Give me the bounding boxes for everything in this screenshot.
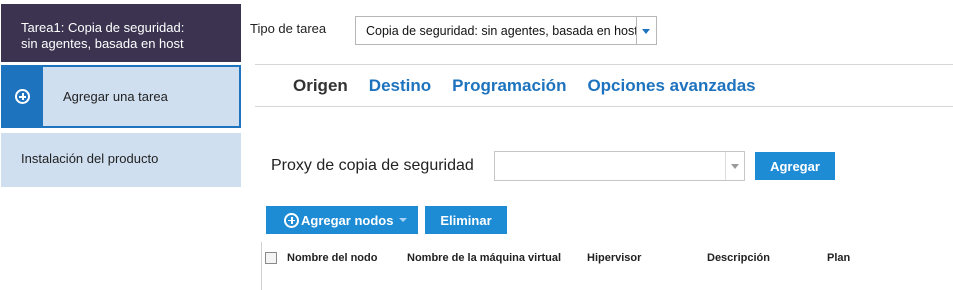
add-task-icon-box [3, 67, 43, 126]
add-nodes-button[interactable]: Agregar nodos [266, 206, 418, 234]
add-task-label: Agregar una tarea [63, 89, 168, 104]
column-header-description[interactable]: Descripción [707, 252, 770, 264]
tab-destino[interactable]: Destino [369, 76, 431, 96]
task-header[interactable]: Tarea1: Copia de seguridad: sin agentes,… [1, 4, 241, 62]
task-type-value: Copia de seguridad: sin agentes, basada … [366, 24, 638, 38]
plus-circle-icon [15, 89, 30, 104]
task-type-label: Tipo de tarea [250, 21, 327, 36]
task-header-line1: Tarea1: Copia de seguridad: [21, 20, 185, 35]
install-product-item[interactable]: Instalación del producto [1, 133, 241, 187]
task-header-line2: sin agentes, basada en host [21, 36, 184, 51]
add-nodes-label: Agregar nodos [301, 212, 394, 228]
left-panel: Tarea1: Copia de seguridad: sin agentes,… [0, 0, 241, 290]
tab-opciones-avanzadas[interactable]: Opciones avanzadas [587, 76, 755, 96]
column-header-node-name[interactable]: Nombre del nodo [287, 252, 377, 264]
task-type-select[interactable]: Copia de seguridad: sin agentes, basada … [355, 16, 657, 45]
chevron-down-icon [642, 29, 650, 34]
main-panel: Tipo de tarea Copia de seguridad: sin ag… [241, 0, 953, 290]
task-type-dropdown-button[interactable] [636, 17, 656, 44]
tab-bar: Origen Destino Programación Opciones ava… [293, 76, 756, 96]
table-border [261, 242, 262, 290]
proxy-dropdown-button[interactable] [725, 152, 744, 180]
divider [255, 64, 953, 65]
select-all-checkbox[interactable] [265, 252, 277, 264]
tab-programacion[interactable]: Programación [452, 76, 566, 96]
proxy-select[interactable] [494, 151, 745, 181]
proxy-label: Proxy de copia de seguridad [271, 157, 474, 174]
add-proxy-button[interactable]: Agregar [755, 152, 835, 180]
chevron-down-icon [731, 164, 739, 169]
delete-button[interactable]: Eliminar [425, 206, 507, 234]
add-task-button[interactable]: Agregar una tarea [1, 65, 241, 128]
column-header-plan[interactable]: Plan [827, 252, 850, 264]
column-header-vm-name[interactable]: Nombre de la máquina virtual [407, 252, 561, 264]
chevron-down-icon[interactable] [399, 218, 407, 222]
install-product-label: Instalación del producto [21, 151, 159, 166]
column-header-hypervisor[interactable]: Hipervisor [587, 252, 641, 264]
tabs-divider [255, 106, 953, 107]
tab-origen[interactable]: Origen [293, 76, 348, 96]
plus-circle-icon [284, 212, 299, 228]
